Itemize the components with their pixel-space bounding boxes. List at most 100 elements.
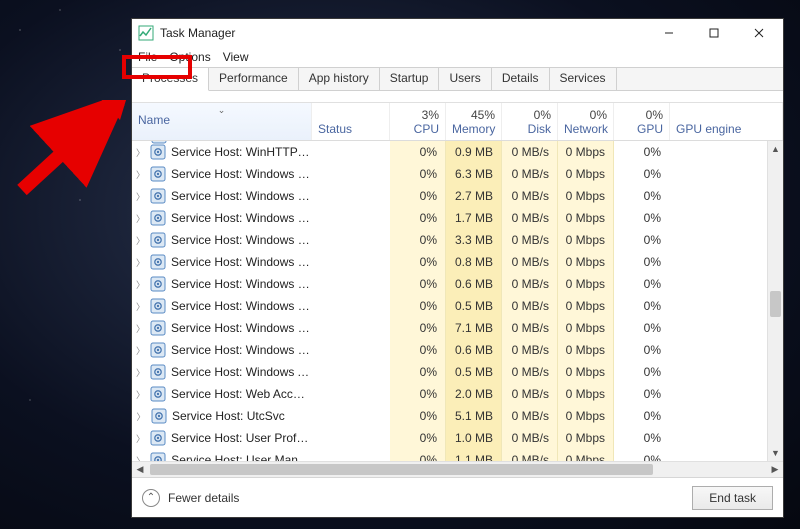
- tab-users[interactable]: Users: [439, 68, 491, 90]
- cell-gpu: 0%: [614, 207, 670, 229]
- cell-status: [312, 163, 390, 185]
- tab-processes[interactable]: Processes: [132, 68, 209, 91]
- close-button[interactable]: [736, 19, 781, 47]
- expand-icon[interactable]: 〉: [136, 234, 145, 247]
- cell-memory: 2.7 MB: [446, 185, 502, 207]
- cell-cpu: 0%: [390, 317, 446, 339]
- process-name: Service Host: User Profile Service: [171, 431, 311, 445]
- service-icon: [150, 320, 166, 336]
- cell-disk: 0 MB/s: [502, 295, 558, 317]
- horizontal-scrollbar[interactable]: ◀ ▶: [132, 461, 783, 477]
- cell-gpu: 0%: [614, 273, 670, 295]
- expand-icon[interactable]: 〉: [136, 454, 145, 462]
- expand-icon[interactable]: 〉: [136, 300, 145, 313]
- service-icon: [150, 144, 166, 160]
- expand-icon[interactable]: 〉: [136, 190, 145, 203]
- cell-gpu: 0%: [614, 251, 670, 273]
- cell-memory: 0.5 MB: [446, 295, 502, 317]
- expand-icon[interactable]: 〉: [136, 432, 145, 445]
- tab-details[interactable]: Details: [492, 68, 550, 90]
- tab-performance[interactable]: Performance: [209, 68, 299, 90]
- expand-icon[interactable]: 〉: [136, 278, 145, 291]
- expand-icon[interactable]: 〉: [136, 410, 146, 423]
- menu-file[interactable]: File: [138, 50, 157, 64]
- chevron-up-icon: ⌃: [142, 489, 160, 507]
- scroll-left-icon[interactable]: ◀: [132, 462, 148, 478]
- end-task-button[interactable]: End task: [692, 486, 773, 510]
- cell-cpu: 0%: [390, 251, 446, 273]
- cell-network: 0 Mbps: [558, 405, 614, 427]
- expand-icon[interactable]: 〉: [136, 366, 145, 379]
- expand-icon[interactable]: 〉: [136, 388, 145, 401]
- tab-startup[interactable]: Startup: [380, 68, 440, 90]
- service-icon: [150, 386, 166, 402]
- fewer-details-button[interactable]: ⌃ Fewer details: [142, 489, 239, 507]
- cell-gpu: 0%: [614, 383, 670, 405]
- table-row[interactable]: 〉Service Host: WinHTTP Web Pro...0%0.9 M…: [132, 141, 783, 163]
- cell-gpu: 0%: [614, 339, 670, 361]
- cell-network: 0 Mbps: [558, 185, 614, 207]
- cell-memory: 0.6 MB: [446, 339, 502, 361]
- table-row[interactable]: 〉Service Host: Web Account Ma...0%2.0 MB…: [132, 383, 783, 405]
- window-title: Task Manager: [160, 26, 646, 40]
- expand-icon[interactable]: 〉: [136, 146, 145, 159]
- table-row[interactable]: 〉Service Host: Windows Push No...0%2.7 M…: [132, 185, 783, 207]
- cell-memory: 3.3 MB: [446, 229, 502, 251]
- cell-network: 0 Mbps: [558, 273, 614, 295]
- column-cpu[interactable]: 3% CPU: [390, 103, 446, 140]
- sort-gutter: [132, 91, 783, 103]
- expand-icon[interactable]: 〉: [136, 344, 145, 357]
- column-status[interactable]: Status: [312, 103, 390, 140]
- cell-gpu: 0%: [614, 163, 670, 185]
- cell-disk: 0 MB/s: [502, 405, 558, 427]
- scroll-right-icon[interactable]: ▶: [767, 462, 783, 478]
- table-row[interactable]: 〉Service Host: UtcSvc0%5.1 MB0 MB/s0 Mbp…: [132, 405, 783, 427]
- cell-network: 0 Mbps: [558, 317, 614, 339]
- service-icon: [150, 452, 166, 461]
- scroll-down-icon[interactable]: ▼: [768, 445, 783, 461]
- tab-services[interactable]: Services: [550, 68, 617, 90]
- column-gpu-engine[interactable]: GPU engine: [670, 103, 783, 140]
- process-name: Service Host: Windows Push No...: [171, 189, 311, 203]
- table-row[interactable]: 〉Service Host: Windows License ...0%0.8 …: [132, 251, 783, 273]
- menu-view[interactable]: View: [223, 50, 249, 64]
- table-row[interactable]: 〉 Service Host: Windows Biometri... 0% 0.6 …: [132, 339, 783, 361]
- expand-icon[interactable]: 〉: [136, 212, 145, 225]
- cell-cpu: 0%: [390, 273, 446, 295]
- table-row[interactable]: 〉Service Host: Windows Push No...0%1.7 M…: [132, 207, 783, 229]
- column-name[interactable]: ⌄ Name: [132, 103, 312, 140]
- cell-network: 0 Mbps: [558, 339, 614, 361]
- table-row[interactable]: 〉Service Host: Windows Manage...0%3.3 MB…: [132, 229, 783, 251]
- hscroll-thumb[interactable]: [150, 464, 653, 475]
- table-row[interactable]: 〉Service Host: Windows Image A...0%0.6 M…: [132, 273, 783, 295]
- menu-bar: File Options View: [132, 47, 783, 67]
- expand-icon[interactable]: 〉: [136, 168, 145, 181]
- app-icon: [138, 25, 154, 41]
- table-row[interactable]: 〉Service Host: Windows Audio E...0%0.5 M…: [132, 361, 783, 383]
- expand-icon[interactable]: 〉: [136, 322, 145, 335]
- titlebar[interactable]: Task Manager: [132, 19, 783, 47]
- table-row[interactable]: 〉Service Host: Windows Font Ca...0%0.5 M…: [132, 295, 783, 317]
- cell-network: 0 Mbps: [558, 251, 614, 273]
- scroll-thumb[interactable]: [770, 291, 781, 317]
- vertical-scrollbar[interactable]: ▲ ▼: [767, 141, 783, 461]
- column-network[interactable]: 0% Network: [558, 103, 614, 140]
- menu-options[interactable]: Options: [169, 50, 210, 64]
- table-row[interactable]: 〉Service Host: User Manager0%1.1 MB0 MB/…: [132, 449, 783, 461]
- process-name: Service Host: Windows Biometri...: [171, 343, 311, 357]
- tab-app-history[interactable]: App history: [299, 68, 380, 90]
- column-headers: ⌄ Name Status 3% CPU 45% Memory 0% Disk …: [132, 103, 783, 141]
- table-row[interactable]: 〉Service Host: Windows Update0%6.3 MB0 M…: [132, 163, 783, 185]
- cell-memory: 0.6 MB: [446, 273, 502, 295]
- column-gpu[interactable]: 0% GPU: [614, 103, 670, 140]
- column-disk[interactable]: 0% Disk: [502, 103, 558, 140]
- column-memory[interactable]: 45% Memory: [446, 103, 502, 140]
- cell-memory: 6.3 MB: [446, 163, 502, 185]
- scroll-up-icon[interactable]: ▲: [768, 141, 783, 157]
- expand-icon[interactable]: 〉: [136, 256, 145, 269]
- maximize-button[interactable]: [691, 19, 736, 47]
- cell-memory: 0.5 MB: [446, 361, 502, 383]
- table-row[interactable]: 〉Service Host: Windows Event Log0%7.1 MB…: [132, 317, 783, 339]
- minimize-button[interactable]: [646, 19, 691, 47]
- table-row[interactable]: 〉Service Host: User Profile Service0%1.0…: [132, 427, 783, 449]
